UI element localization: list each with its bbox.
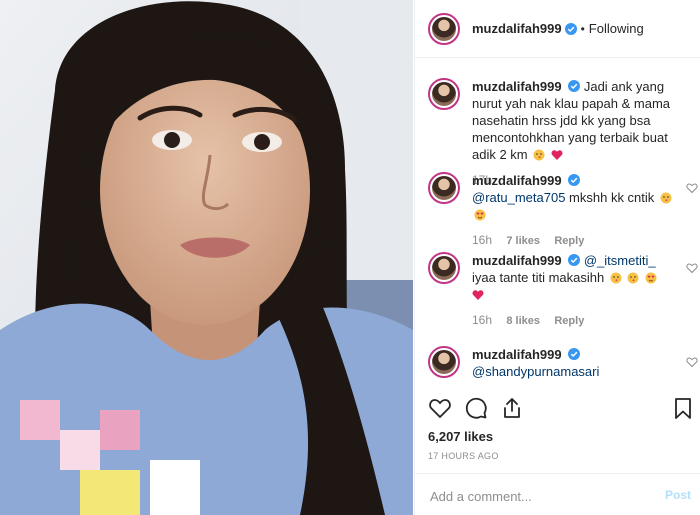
- list-item: muzdalifah999 @shandypurnamasari: [428, 346, 698, 380]
- post-panel: muzdalifah999 • Following muzdalifah999 …: [414, 0, 700, 515]
- kissing-face-icon: [610, 272, 622, 284]
- selfie-image: [0, 0, 413, 515]
- like-comment-heart-icon[interactable]: [686, 262, 698, 274]
- comment-meta: 16h 8 likes Reply: [472, 312, 677, 330]
- verified-badge-icon: [568, 348, 581, 360]
- reply-button[interactable]: Reply: [554, 235, 584, 247]
- kissing-face-icon: [533, 149, 545, 161]
- heart-eyes-icon: [474, 209, 486, 221]
- red-heart-icon: [472, 290, 484, 300]
- comment-username[interactable]: muzdalifah999: [472, 173, 562, 188]
- comment-username[interactable]: muzdalifah999: [472, 253, 562, 268]
- likes-count[interactable]: 6,207 likes: [428, 429, 493, 444]
- post-photo[interactable]: [0, 0, 413, 515]
- list-item: muzdalifah999 @_itsmetiti_ iyaa tante ti…: [428, 252, 698, 330]
- heart-icon[interactable]: [428, 396, 452, 420]
- heart-eyes-icon: [645, 272, 657, 284]
- header-username[interactable]: muzdalifah999: [472, 21, 562, 36]
- comment-username[interactable]: muzdalifah999: [472, 347, 562, 362]
- post-header: muzdalifah999 • Following: [415, 0, 700, 58]
- add-comment-input[interactable]: [428, 484, 652, 508]
- verified-badge-icon: [568, 254, 581, 266]
- comment-text: mkshh kk cntik: [569, 190, 655, 205]
- verified-badge-icon: [568, 174, 581, 186]
- reply-button[interactable]: Reply: [554, 315, 584, 327]
- verified-badge-icon: [568, 80, 581, 92]
- comment-mention[interactable]: @shandypurnamasari: [472, 364, 599, 379]
- share-icon[interactable]: [500, 396, 524, 420]
- avatar[interactable]: [428, 172, 460, 204]
- bookmark-icon[interactable]: [671, 396, 695, 420]
- comment-username[interactable]: muzdalifah999: [472, 79, 562, 94]
- avatar[interactable]: [428, 252, 460, 284]
- red-heart-icon: [551, 150, 563, 160]
- avatar[interactable]: [428, 346, 460, 378]
- follow-status-button[interactable]: Following: [589, 21, 644, 36]
- comment-icon[interactable]: [464, 396, 488, 420]
- comment-likes[interactable]: 7 likes: [506, 235, 540, 247]
- like-comment-heart-icon[interactable]: [686, 356, 698, 368]
- comment-likes[interactable]: 8 likes: [506, 315, 540, 327]
- comment-mention[interactable]: @_itsmetiti_: [584, 253, 656, 268]
- comment-text: iyaa tante titi makasihh: [472, 270, 605, 285]
- separator-dot: •: [580, 21, 585, 36]
- avatar[interactable]: [428, 12, 460, 45]
- like-comment-heart-icon[interactable]: [686, 182, 698, 194]
- list-item: muzdalifah999 @ratu_meta705 mkshh kk cnt…: [428, 172, 698, 250]
- comment-mention[interactable]: @ratu_meta705: [472, 190, 565, 205]
- verified-badge-icon: [564, 22, 577, 35]
- kissing-face-icon: [627, 272, 639, 284]
- add-comment-bar: Post: [415, 473, 700, 515]
- kissing-face-icon: [660, 192, 672, 204]
- comment-meta: 16h 7 likes Reply: [472, 232, 677, 250]
- post-actions: [415, 396, 700, 424]
- post-timestamp[interactable]: 17 HOURS AGO: [428, 451, 499, 461]
- avatar[interactable]: [428, 78, 460, 110]
- comment-time[interactable]: 16h: [472, 313, 492, 327]
- comment-time[interactable]: 16h: [472, 233, 492, 247]
- post-comment-button[interactable]: Post: [665, 488, 691, 502]
- comments-list[interactable]: muzdalifah999 Jadi ank yang nurut yah na…: [415, 58, 700, 396]
